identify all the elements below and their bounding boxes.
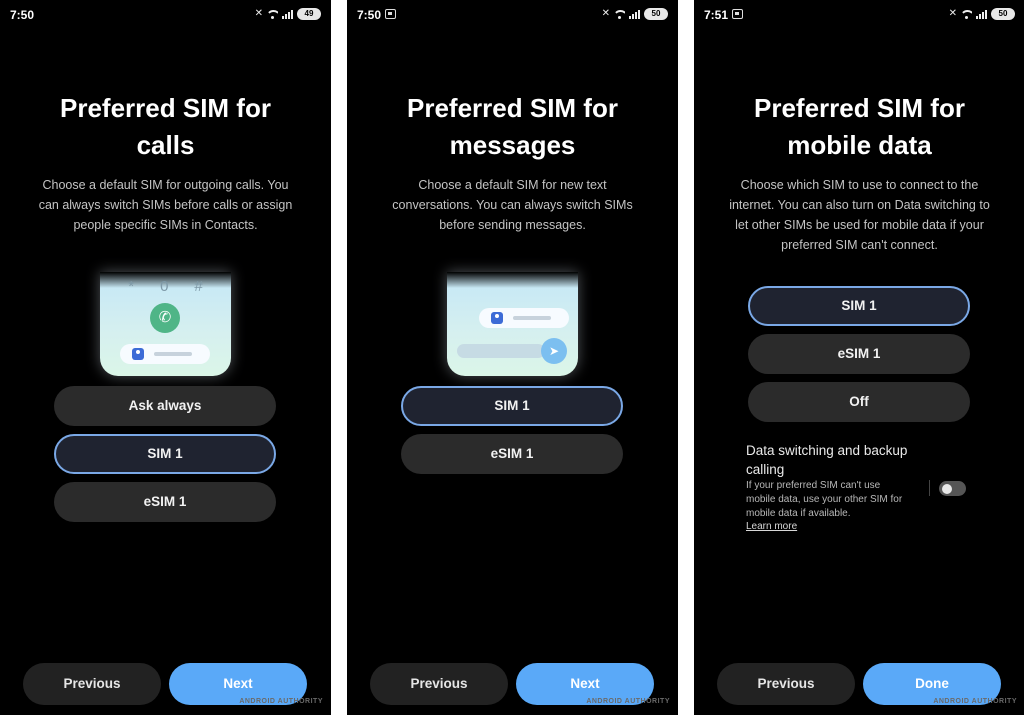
- dialpad-key-zero: 0: [160, 278, 169, 295]
- dialpad-key-hash: #: [194, 278, 203, 295]
- learn-more-link[interactable]: Learn more: [746, 521, 797, 532]
- battery-icon: 49: [297, 8, 321, 20]
- option-esim-1[interactable]: eSIM 1: [401, 434, 623, 474]
- message-input-placeholder: [457, 344, 545, 358]
- data-switching-description: If your preferred SIM can't use mobile d…: [746, 479, 926, 521]
- option-esim-1[interactable]: eSIM 1: [748, 334, 970, 374]
- previous-button[interactable]: Previous: [23, 663, 161, 705]
- phone-call-icon: [150, 303, 180, 333]
- page-title: Preferred SIM for mobile data: [704, 90, 1015, 164]
- signal-icon: [629, 9, 640, 19]
- contact-pill: [120, 344, 210, 364]
- data-switching-title-line-1: Data switching and backup: [746, 443, 908, 458]
- page-title: Preferred SIM for calls: [10, 90, 321, 164]
- switch-desc-line: mobile data if available.: [746, 508, 851, 519]
- dialpad-key-star: *: [128, 278, 135, 295]
- page-title: Preferred SIM for messages: [357, 90, 668, 164]
- page-description: Choose a default SIM for outgoing calls.…: [20, 175, 311, 235]
- mute-icon: ✕: [948, 8, 957, 19]
- wifi-icon: [267, 9, 278, 19]
- status-icons: ✕ 50: [602, 8, 668, 20]
- previous-button[interactable]: Previous: [370, 663, 508, 705]
- phone-screen-mobile-data: 7:51 ✕ 50 Preferred SIM for mobile data …: [694, 0, 1024, 715]
- calls-illustration: * 0 #: [100, 272, 231, 376]
- phone-screen-messages: 7:50 ✕ 50 Preferred SIM for messages Cho…: [347, 0, 678, 715]
- page-description: Choose a default SIM for new text conver…: [367, 175, 658, 235]
- dialpad-keys: * 0 #: [100, 278, 231, 295]
- description-line: Choose a default SIM for new text: [418, 178, 607, 192]
- option-off[interactable]: Off: [748, 382, 970, 422]
- toggle-knob: [942, 483, 952, 494]
- page-title-line-2: messages: [449, 130, 576, 160]
- option-sim-1[interactable]: SIM 1: [748, 286, 970, 326]
- data-switching-title-line-2: calling: [746, 462, 785, 477]
- messages-illustration: ➤: [447, 272, 578, 376]
- screenshot-icon: [385, 9, 396, 19]
- screenshot-icon: [732, 9, 743, 19]
- status-bar: 7:51 ✕ 50: [694, 0, 1024, 30]
- contact-pill: [479, 308, 569, 328]
- page-title-line-2: mobile data: [787, 130, 932, 160]
- wifi-icon: [614, 9, 625, 19]
- switch-desc-line: If your preferred SIM can't use: [746, 480, 881, 491]
- option-sim-1[interactable]: SIM 1: [54, 434, 276, 474]
- option-ask-always[interactable]: Ask always: [54, 386, 276, 426]
- status-icons: ✕ 50: [949, 8, 1015, 20]
- battery-icon: 50: [991, 8, 1015, 20]
- page-title-line-2: calls: [136, 130, 195, 160]
- battery-icon: 50: [644, 8, 668, 20]
- contact-placeholder-line: [154, 352, 192, 356]
- description-line: before sending messages.: [439, 218, 586, 232]
- signal-icon: [282, 9, 293, 19]
- description-line: Choose which SIM to use to connect to th…: [740, 178, 979, 192]
- status-time: 7:51: [704, 8, 729, 22]
- mute-icon: ✕: [254, 8, 263, 19]
- page-title-line-1: Preferred SIM for: [754, 93, 965, 123]
- contact-placeholder-line: [513, 316, 551, 320]
- description-line: Choose a default SIM for outgoing calls.…: [42, 178, 289, 192]
- status-bar: 7:50 ✕ 50: [347, 0, 678, 30]
- status-time: 7:50: [357, 8, 382, 22]
- send-icon: ➤: [541, 338, 567, 364]
- watermark: ANDROID AUTHORITY: [586, 698, 670, 705]
- status-bar: 7:50 ✕ 49: [0, 0, 331, 30]
- description-line: conversations. You can always switch SIM…: [392, 198, 633, 212]
- data-switching-title: Data switching and backup calling: [746, 441, 946, 479]
- status-icons: ✕ 49: [255, 8, 321, 20]
- contact-icon: [132, 348, 144, 360]
- switch-desc-line: mobile data, use your other SIM for: [746, 494, 903, 505]
- description-line: can always switch SIMs before calls or a…: [38, 198, 293, 212]
- watermark: ANDROID AUTHORITY: [933, 698, 1017, 705]
- page-title-line-1: Preferred SIM for: [60, 93, 271, 123]
- option-sim-1[interactable]: SIM 1: [401, 386, 623, 426]
- toggle-divider: [929, 480, 930, 496]
- data-switching-toggle[interactable]: [939, 481, 966, 496]
- wifi-icon: [961, 9, 972, 19]
- description-line: internet. You can also turn on Data swit…: [729, 198, 990, 212]
- description-line: preferred SIM can't connect.: [781, 238, 938, 252]
- contact-icon: [491, 312, 503, 324]
- signal-icon: [976, 9, 987, 19]
- mute-icon: ✕: [601, 8, 610, 19]
- previous-button[interactable]: Previous: [717, 663, 855, 705]
- option-esim-1[interactable]: eSIM 1: [54, 482, 276, 522]
- phone-screen-calls: 7:50 ✕ 49 Preferred SIM for calls Choose…: [0, 0, 331, 715]
- page-title-line-1: Preferred SIM for: [407, 93, 618, 123]
- page-description: Choose which SIM to use to connect to th…: [704, 175, 1015, 255]
- watermark: ANDROID AUTHORITY: [239, 698, 323, 705]
- status-time: 7:50: [10, 8, 35, 22]
- description-line: let other SIMs be used for mobile data i…: [735, 218, 984, 232]
- description-line: people specific SIMs in Contacts.: [73, 218, 258, 232]
